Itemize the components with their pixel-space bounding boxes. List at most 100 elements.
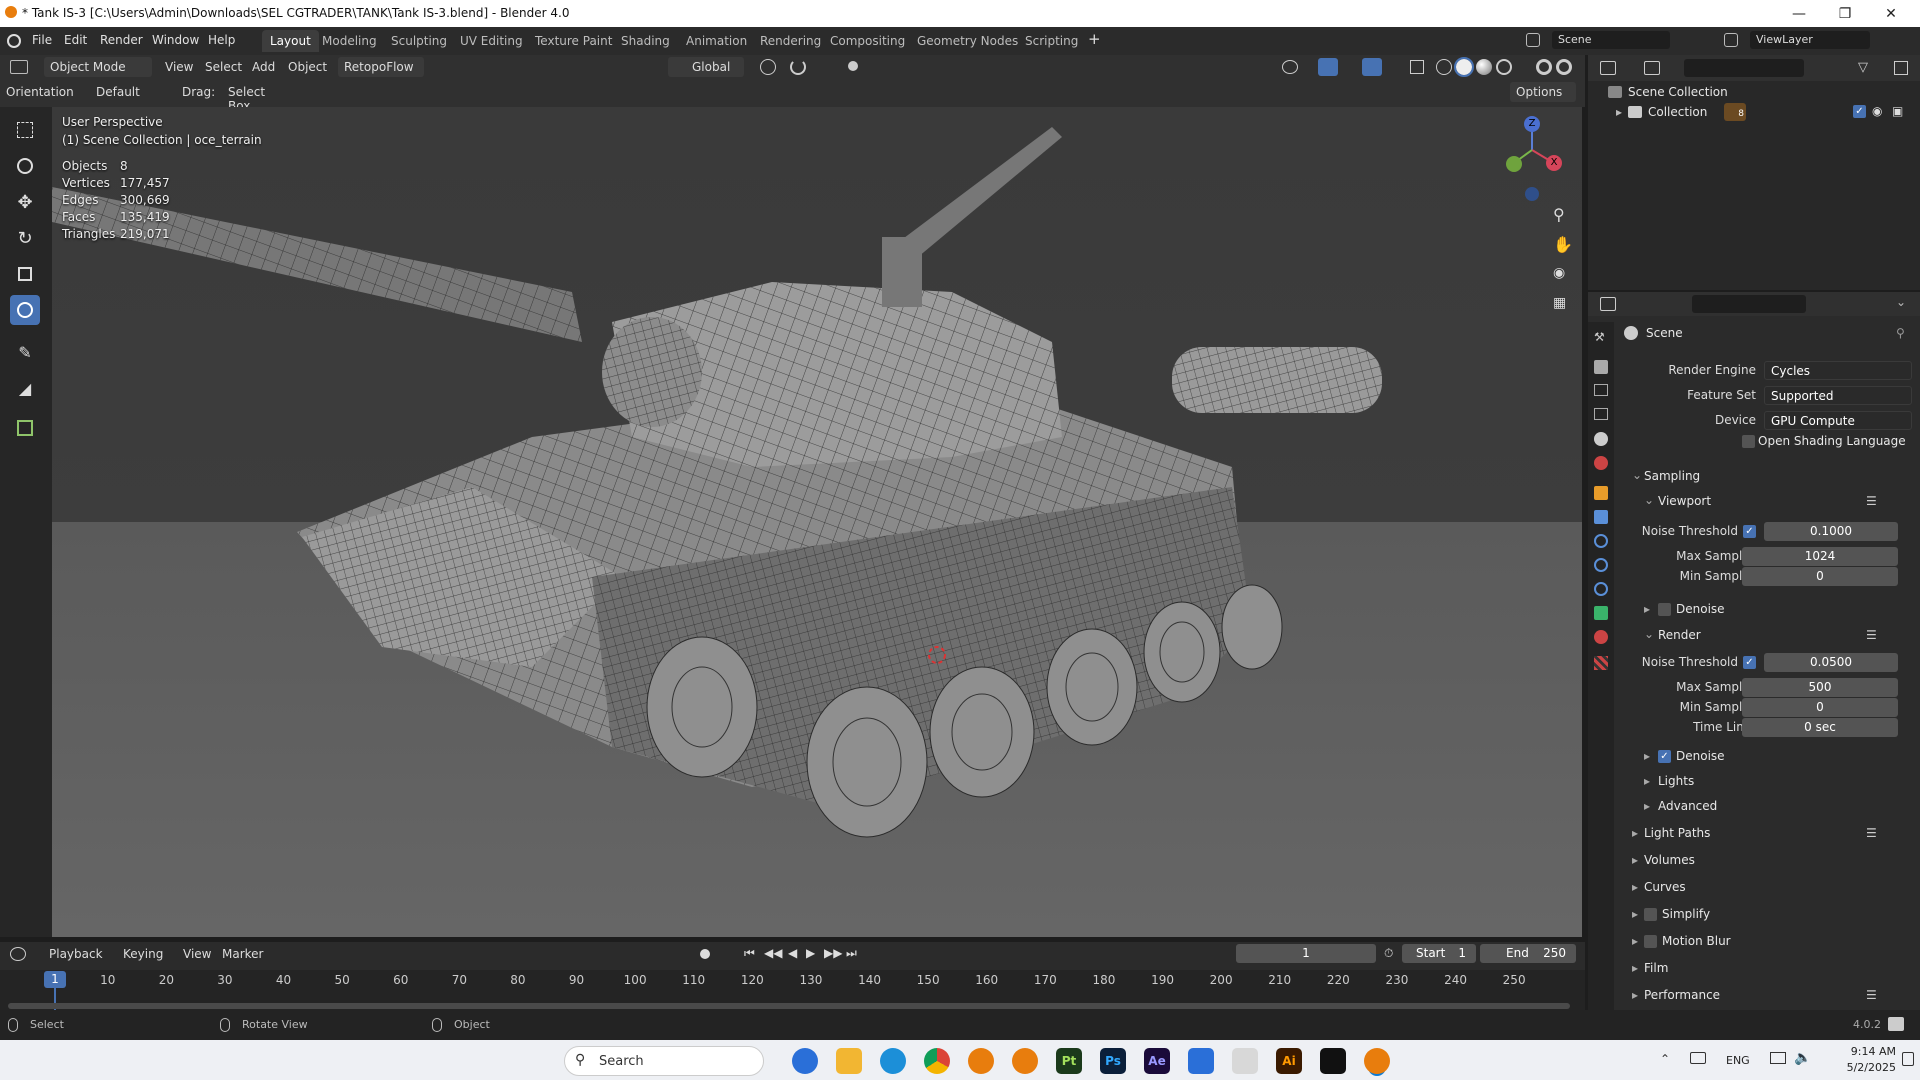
viewlayer-icon[interactable] [1724,33,1738,47]
feature-set-dropdown[interactable]: Supported [1764,386,1912,405]
jump-start-icon[interactable]: ⏮ [744,946,755,961]
navigation-gizmo[interactable]: Z X [1492,115,1572,201]
rotate-tool[interactable]: ↻ [10,223,40,253]
move-tool[interactable]: ✥ [10,187,40,217]
volumes-section[interactable]: Volumes [1644,853,1695,867]
simplify-section[interactable]: Simplify [1662,907,1710,921]
solid-shading-icon[interactable] [1454,57,1474,77]
edge-browser-icon[interactable] [880,1048,906,1074]
vp-noise-threshold-field[interactable]: 0.1000 [1764,522,1898,541]
expand-collection-icon[interactable]: ▸ [1616,105,1622,119]
collection-exclude-checkbox[interactable]: ✓ [1853,105,1866,118]
vp-max-samples-field[interactable]: 1024 [1742,547,1898,566]
rendered-shading-icon[interactable] [1496,59,1512,75]
gizmo-y-axis[interactable] [1506,156,1522,172]
next-keyframe-icon[interactable]: ▶▶ [824,946,842,960]
substance-painter-icon[interactable]: Pt [1056,1048,1082,1074]
object-mode-dropdown[interactable]: Object Mode [44,57,152,77]
view-layer-tab-icon[interactable] [1594,408,1608,420]
tool-tab-icon[interactable]: ⚒ [1594,330,1608,344]
gizmo-toggle-icon[interactable] [1318,58,1338,76]
tray-chevron-icon[interactable]: ⌃ [1660,1052,1670,1066]
transform-orientation-dropdown[interactable]: Global [668,57,744,77]
camera-view-icon[interactable]: ◉ [1553,265,1573,285]
properties-editor-icon[interactable] [1600,297,1616,311]
viewlayer-field[interactable]: ViewLayer [1750,31,1870,49]
app-icon-1[interactable] [792,1048,818,1074]
film-chevron-icon[interactable]: ▸ [1632,961,1638,975]
material-tab-icon[interactable] [1594,630,1608,644]
annotate-tool[interactable]: ✎ [10,337,40,367]
tab-compositing[interactable]: Compositing [822,30,913,52]
r-denoise-chevron-icon[interactable]: ▸ [1644,749,1650,763]
gizmo-neg-z-axis[interactable] [1525,187,1539,201]
blender-active-icon[interactable] [1364,1048,1390,1074]
blender-menu-icon[interactable] [7,34,21,48]
menu-add[interactable]: Add [252,60,275,74]
curves-chevron-icon[interactable]: ▸ [1632,880,1638,894]
options-dropdown[interactable]: Options [1510,82,1576,102]
timeline-editor-icon[interactable] [10,947,26,961]
zbrush-icon[interactable] [1232,1048,1258,1074]
tab-modeling[interactable]: Modeling [314,30,385,52]
advanced-subsection[interactable]: Advanced [1658,799,1717,813]
proportional-edit-icon[interactable] [848,61,858,71]
transform-tool[interactable] [10,295,40,325]
render-camera-icon[interactable]: ▣ [1892,104,1903,118]
end-frame-field[interactable]: End 250 [1480,944,1576,963]
r-min-samples-field[interactable]: 0 [1742,698,1898,717]
viewport-chevron-icon[interactable]: ⌄ [1644,493,1654,507]
cursor-tool[interactable] [10,151,40,181]
vp-min-samples-field[interactable]: 0 [1742,567,1898,586]
retopoflow-dropdown[interactable]: RetopoFlow [338,57,424,77]
r-noise-threshold-field[interactable]: 0.0500 [1764,653,1898,672]
prev-keyframe-icon[interactable]: ◀◀ [764,946,782,960]
menu-edit[interactable]: Edit [64,33,87,47]
pivot-icon[interactable] [760,59,776,75]
menu-marker[interactable]: Marker [222,947,263,961]
r-max-samples-field[interactable]: 500 [1742,678,1898,697]
start-frame-field[interactable]: Start 1 [1402,944,1476,963]
r-noise-threshold-checkbox[interactable]: ✓ [1743,656,1756,669]
menu-render[interactable]: Render [100,33,143,47]
motion-blur-chevron-icon[interactable]: ▸ [1632,934,1638,948]
taskbar-date[interactable]: 5/2/2025 [1822,1061,1896,1074]
motion-blur-section[interactable]: Motion Blur [1662,934,1731,948]
output-tab-icon[interactable] [1594,384,1608,396]
select-box-tool[interactable] [10,115,40,145]
light-paths-presets-icon[interactable]: ☰ [1866,826,1877,840]
object-tab-icon[interactable] [1594,486,1608,500]
curves-section[interactable]: Curves [1644,880,1686,894]
menu-view[interactable]: View [165,60,193,74]
menu-object[interactable]: Object [288,60,327,74]
performance-chevron-icon[interactable]: ▸ [1632,988,1638,1002]
display-mode-icon[interactable] [1644,61,1660,75]
gizmo-x-axis[interactable]: X [1546,155,1562,171]
osl-checkbox[interactable] [1742,435,1755,448]
notification-icon[interactable] [1902,1052,1914,1066]
r-denoise-label[interactable]: Denoise [1676,749,1725,763]
scale-tool[interactable] [10,259,40,289]
filter-icon[interactable]: ▽ [1858,60,1868,75]
constraints-tab-icon[interactable] [1594,582,1608,596]
add-workspace-icon[interactable]: + [1088,30,1101,48]
stopwatch-icon[interactable]: ⏱ [1384,946,1393,961]
motion-blur-checkbox[interactable] [1644,935,1657,948]
visibility-icon[interactable] [1282,60,1298,74]
add-cube-tool[interactable] [10,413,40,443]
outliner-editor-icon[interactable] [1600,61,1616,75]
tab-animation[interactable]: Animation [678,30,755,52]
menu-keying[interactable]: Keying [123,947,163,961]
xray-icon[interactable] [1410,60,1424,74]
windows-start-icon[interactable] [524,1050,546,1072]
snap-icon[interactable] [790,59,806,75]
keyboard-icon[interactable] [1690,1052,1706,1064]
network-icon[interactable] [1770,1052,1786,1064]
scene-tab-icon[interactable] [1594,432,1608,446]
timeline-scrollbar[interactable] [8,1003,1570,1009]
3d-viewport[interactable]: User Perspective (1) Scene Collection | … [52,107,1582,937]
simplify-chevron-icon[interactable]: ▸ [1632,907,1638,921]
tab-geometry-nodes[interactable]: Geometry Nodes [909,30,1026,52]
photoshop-icon[interactable]: Ps [1100,1048,1126,1074]
orientation-dropdown[interactable]: Default [74,82,168,102]
